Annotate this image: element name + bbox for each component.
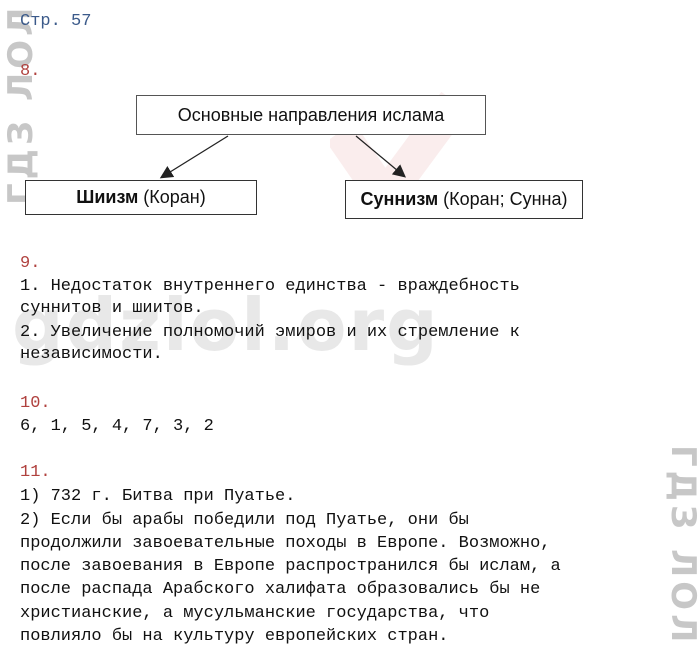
diagram-shiism-box: Шиизм (Коран) xyxy=(25,180,257,215)
task-11-line-1: 1) 732 г. Битва при Пуатье. xyxy=(20,487,296,506)
arrow-to-sunnism xyxy=(355,135,406,178)
shiism-sources: (Коран) xyxy=(143,187,206,207)
shiism-term: Шиизм xyxy=(76,187,139,207)
arrow-to-shiism xyxy=(159,135,229,179)
task-10-answer: 6, 1, 5, 4, 7, 3, 2 xyxy=(20,417,214,436)
task-11-line-7: повлияло бы на культуру европейских стра… xyxy=(20,627,449,646)
sunnism-term: Суннизм xyxy=(360,189,439,209)
task-11-number: 11. xyxy=(20,463,51,482)
task-9-line-2: суннитов и шиитов. xyxy=(20,299,204,318)
sunnism-sources: (Коран; Сунна) xyxy=(443,189,568,209)
task-9-line-3: 2. Увеличение полномочий эмиров и их стр… xyxy=(20,323,520,342)
diagram-sunnism-box: Суннизм (Коран; Сунна) xyxy=(345,180,583,219)
task-11-line-6: христианские, а мусульманские государств… xyxy=(20,604,490,623)
task-9-line-1: 1. Недостаток внутреннего единства - вра… xyxy=(20,277,520,296)
task-9-line-4: независимости. xyxy=(20,345,163,364)
task-11-line-2: 2) Если бы арабы победили под Пуатье, он… xyxy=(20,511,469,530)
task-11-line-5: после распада Арабского халифата образов… xyxy=(20,580,541,599)
task-10-number: 10. xyxy=(20,394,51,413)
watermark-side-right: ГДЗ ЛОЛ xyxy=(663,445,700,647)
task-11-line-4: после завоевания в Европе распространилс… xyxy=(20,557,561,576)
task-9-number: 9. xyxy=(20,254,41,273)
task-11-line-3: продолжили завоевательные походы в Европ… xyxy=(20,534,551,553)
